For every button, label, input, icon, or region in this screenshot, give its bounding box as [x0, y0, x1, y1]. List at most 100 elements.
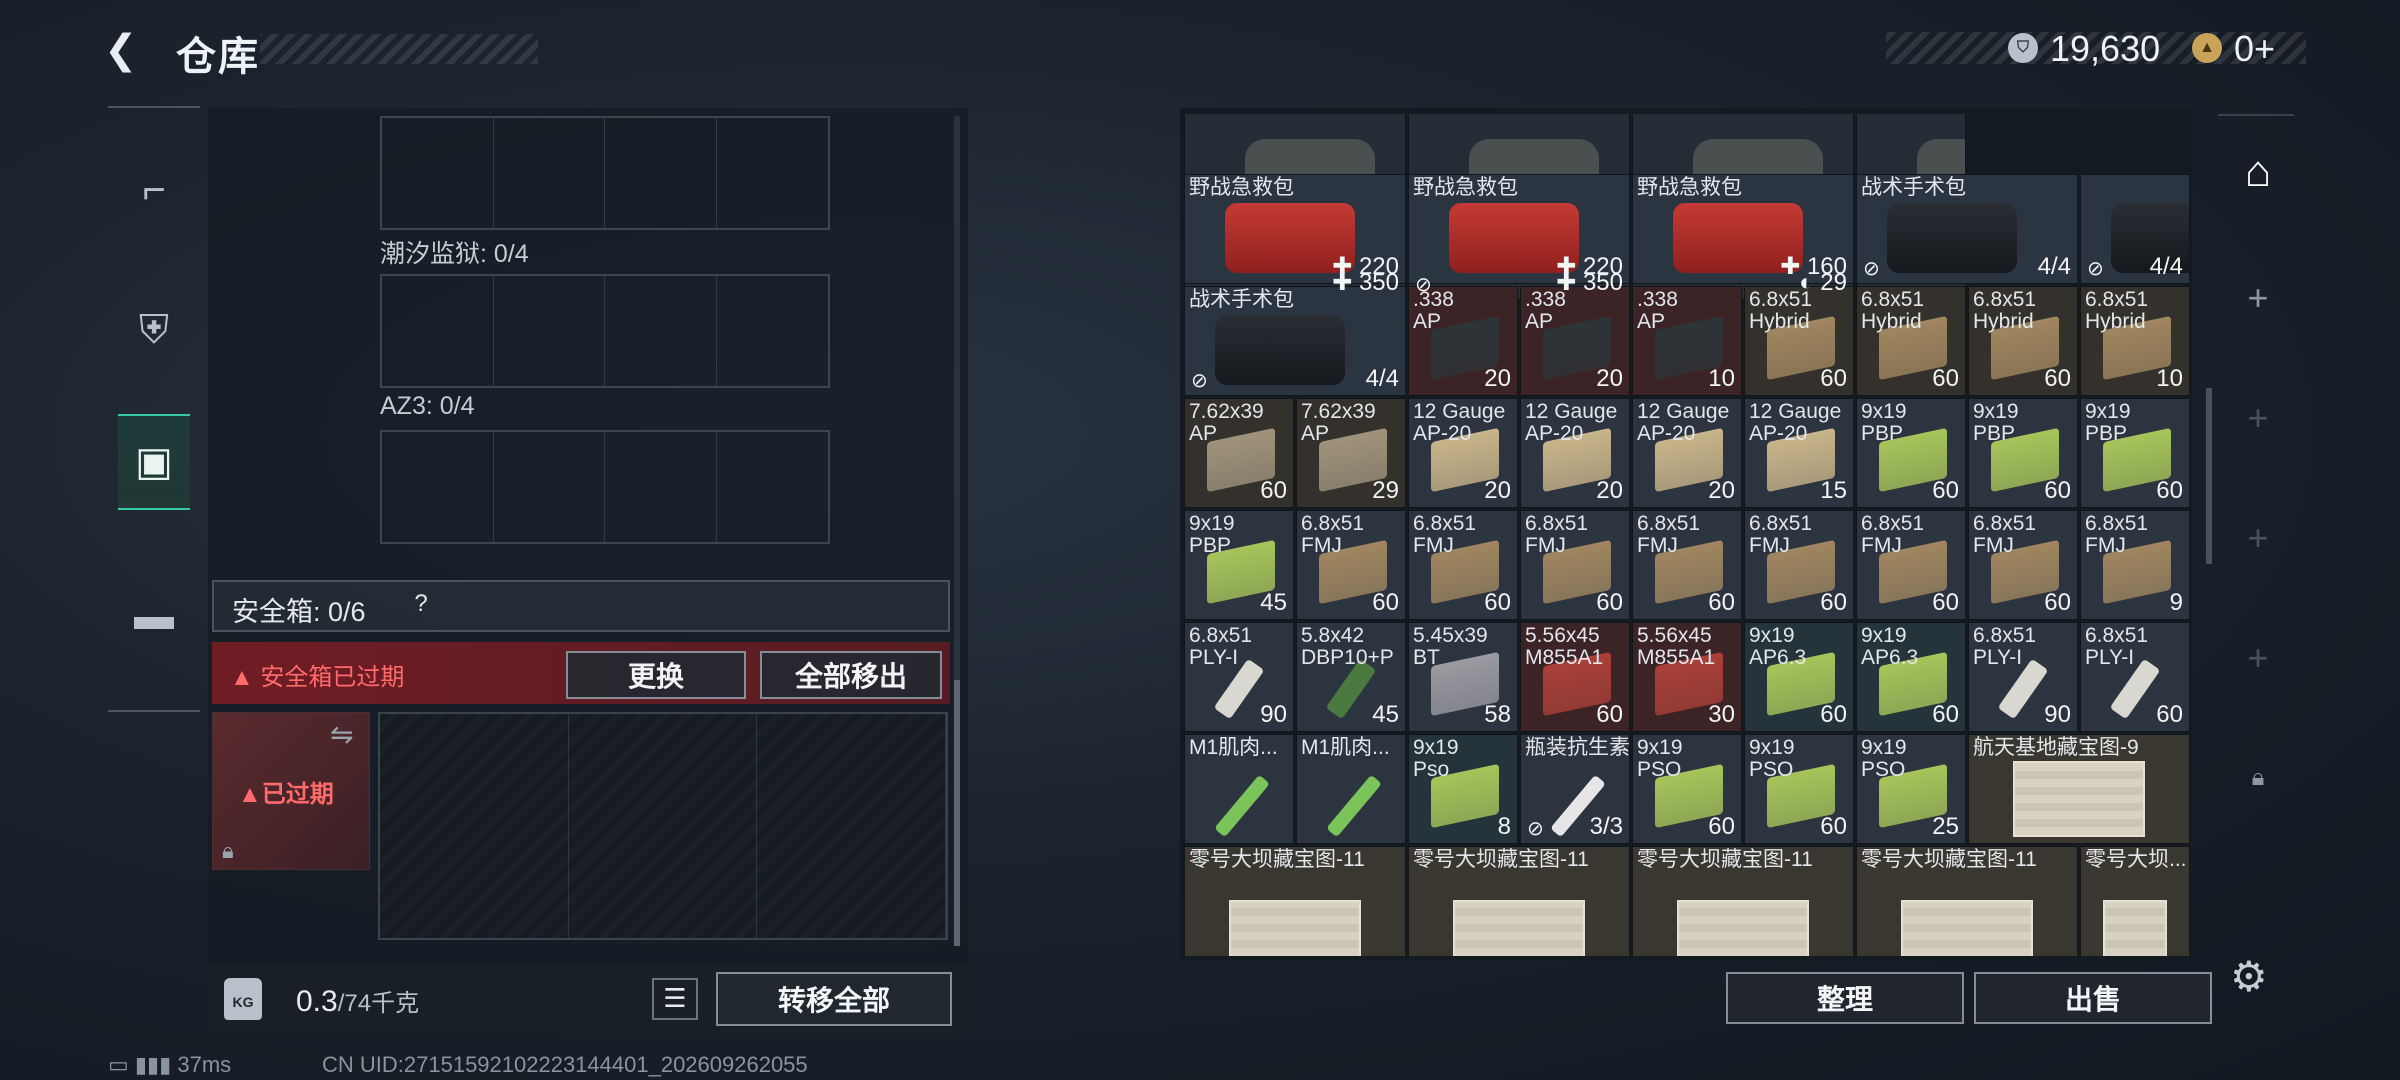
- stash-grid[interactable]: ✚ 350 ✚ 350 ⊘ ◐ 29 野战急救包 ✚ 220 野战急救包 ✚ 220 野战急救包…: [1184, 114, 2194, 956]
- item-count: 60: [1820, 365, 1847, 392]
- stash-item[interactable]: 战术手术包 4/4 ⊘: [1856, 174, 2078, 284]
- stash-item[interactable]: 零号大坝藏宝图-11: [1632, 846, 1854, 956]
- stash-item[interactable]: 6.8x51 FMJ 60: [1408, 510, 1518, 620]
- stash-item[interactable]: 零号大坝藏宝图-11: [1856, 846, 2078, 956]
- stash-item[interactable]: 6.8x51 Hybrid 60: [1856, 286, 1966, 396]
- stash-item[interactable]: 9x19 PSO 60: [1744, 734, 1854, 844]
- plus-icon[interactable]: +: [2236, 396, 2280, 440]
- briefcase-icon[interactable]: ▬: [118, 568, 190, 664]
- stash-item[interactable]: M1肌肉...: [1184, 734, 1294, 844]
- stash-item[interactable]: 6.8x51 FMJ 60: [1744, 510, 1854, 620]
- title-decoration: [260, 34, 538, 64]
- stash-item[interactable]: 6.8x51 FMJ 60: [1296, 510, 1406, 620]
- stash-item[interactable]: 9x19 PSO 60: [1632, 734, 1742, 844]
- stash-item[interactable]: 6.8x51 FMJ 60: [1968, 510, 2078, 620]
- stash-item[interactable]: 12 Gauge AP-20 15: [1744, 398, 1854, 508]
- gold-amount[interactable]: 0+: [2234, 28, 2275, 70]
- item-name: 零号大坝藏宝图-11: [1413, 848, 1589, 871]
- sell-button[interactable]: 出售: [1974, 972, 2212, 1024]
- scrollbar-thumb[interactable]: [954, 680, 960, 946]
- item-count: 20: [1596, 477, 1623, 504]
- item-name: 7.62x39 AP: [1189, 400, 1264, 445]
- stash-item[interactable]: 6.8x51 PLY-I 90: [1184, 622, 1294, 732]
- stash-scrollbar[interactable]: [2206, 388, 2212, 564]
- slot-grid[interactable]: [380, 274, 830, 388]
- stash-item[interactable]: 7.62x39 AP 29: [1296, 398, 1406, 508]
- list-view-icon[interactable]: ☰: [652, 978, 698, 1020]
- stash-item[interactable]: 6.8x51 Hybrid 60: [1968, 286, 2078, 396]
- back-arrow-icon[interactable]: ❮: [104, 28, 148, 72]
- stash-item[interactable]: 6.8x51 PLY-I 90: [1968, 622, 2078, 732]
- stash-item[interactable]: 6.8x51 PLY-I 60: [2080, 622, 2190, 732]
- stash-item[interactable]: 12 Gauge AP-20 20: [1632, 398, 1742, 508]
- stash-item[interactable]: 零号大坝...: [2080, 846, 2190, 956]
- stash-item[interactable]: 9x19 AP6.3 60: [1744, 622, 1854, 732]
- slot-label: 潮汐监狱: 0/4: [380, 240, 529, 268]
- stash-item[interactable]: .338 AP 20: [1408, 286, 1518, 396]
- stash-item[interactable]: 6.8x51 Hybrid 60: [1744, 286, 1854, 396]
- stash-item[interactable]: 9x19 PBP 60: [1968, 398, 2078, 508]
- gear-icon[interactable]: ⚙: [2230, 952, 2268, 1001]
- stash-item[interactable]: 5.56x45 M855A1 60: [1520, 622, 1630, 732]
- treasure-map-icon: [1453, 899, 1585, 956]
- stash-item[interactable]: 12 Gauge AP-20 20: [1408, 398, 1518, 508]
- plus-icon[interactable]: +: [2236, 636, 2280, 680]
- stash-item[interactable]: 瓶装抗生素 3/3 ⊘: [1520, 734, 1630, 844]
- stash-item[interactable]: 5.45x39 BT 58: [1408, 622, 1518, 732]
- stash-item[interactable]: 零号大坝藏宝图-11: [1184, 846, 1406, 956]
- stash-item[interactable]: 6.8x51 FMJ 60: [1856, 510, 1966, 620]
- stash-item[interactable]: 6.8x51 FMJ 60: [1632, 510, 1742, 620]
- stash-item[interactable]: 9x19 Pso 8: [1408, 734, 1518, 844]
- stash-item[interactable]: .338 AP 20: [1520, 286, 1630, 396]
- stash-item[interactable]: 9x19 PBP 60: [2080, 398, 2190, 508]
- storage-icon[interactable]: ⌂: [2236, 150, 2280, 194]
- stash-item[interactable]: 6.8x51 FMJ 9: [2080, 510, 2190, 620]
- stash-item[interactable]: 12 Gauge AP-20 20: [1520, 398, 1630, 508]
- replace-button[interactable]: 更换: [566, 651, 746, 699]
- stash-item[interactable]: 5.56x45 M855A1 30: [1632, 622, 1742, 732]
- item-name: 6.8x51 FMJ: [2085, 512, 2149, 557]
- expired-message: ▲ 安全箱已过期: [230, 657, 404, 692]
- stash-item[interactable]: .338 AP 10: [1632, 286, 1742, 396]
- stash-item[interactable]: 9x19 PBP 60: [1856, 398, 1966, 508]
- transfer-all-button[interactable]: 转移全部: [716, 972, 952, 1026]
- item-name: 7.62x39 AP: [1301, 400, 1376, 445]
- stash-item[interactable]: M1肌肉...: [1296, 734, 1406, 844]
- lock-icon[interactable]: 🔒︎: [2236, 756, 2280, 800]
- safebox-grid[interactable]: [378, 712, 948, 940]
- slot-grid[interactable]: [380, 430, 830, 544]
- stash-item[interactable]: 9x19 PBP 45: [1184, 510, 1294, 620]
- item-name: 6.8x51 FMJ: [1973, 512, 2037, 557]
- stash-item[interactable]: 野战急救包 ✚ 220: [1184, 174, 1406, 284]
- move-all-out-button[interactable]: 全部移出: [760, 651, 942, 699]
- item-count: 60: [1708, 589, 1735, 616]
- weight-readout: 0.3/74千克: [296, 983, 419, 1019]
- plus-icon[interactable]: +: [2236, 516, 2280, 560]
- plus-icon[interactable]: +: [2236, 276, 2280, 320]
- backpack-icon[interactable]: ▣: [118, 414, 190, 510]
- stash-item[interactable]: 零号大坝藏宝图-11: [1408, 846, 1630, 956]
- page-title: 仓库: [176, 35, 260, 79]
- stash-item[interactable]: 航天基地藏宝图-9: [1968, 734, 2190, 844]
- slot-grid[interactable]: [380, 116, 830, 230]
- stash-item[interactable]: 9x19 AP6.3 60: [1856, 622, 1966, 732]
- stash-item[interactable]: 6.8x51 Hybrid 10: [2080, 286, 2190, 396]
- item-count: ✚ 160: [1780, 253, 1847, 280]
- stash-item[interactable]: 4/4 ⊘: [2080, 174, 2190, 284]
- swap-icon[interactable]: ⇋: [330, 718, 353, 751]
- stash-item[interactable]: 9x19 PSO 25: [1856, 734, 1966, 844]
- stash-item[interactable]: 6.8x51 FMJ 60: [1520, 510, 1630, 620]
- item-name: 战术手术包: [1861, 176, 1966, 199]
- stash-item[interactable]: 7.62x39 AP 60: [1184, 398, 1294, 508]
- item-name: 6.8x51 PLY-I: [2085, 624, 2149, 669]
- help-icon[interactable]: ?: [404, 590, 438, 622]
- vest-icon[interactable]: ⛨: [118, 282, 190, 378]
- item-name: 6.8x51 FMJ: [1749, 512, 1813, 557]
- stash-item[interactable]: 野战急救包 ✚ 220: [1408, 174, 1630, 284]
- item-count: 20: [1484, 477, 1511, 504]
- stash-item[interactable]: 5.8x42 DBP10+P 45: [1296, 622, 1406, 732]
- stash-item[interactable]: 战术手术包 4/4 ⊘: [1184, 286, 1406, 396]
- stash-item[interactable]: 野战急救包 ✚ 160: [1632, 174, 1854, 284]
- sort-button[interactable]: 整理: [1726, 972, 1964, 1024]
- pistol-icon[interactable]: ⌐: [118, 142, 190, 238]
